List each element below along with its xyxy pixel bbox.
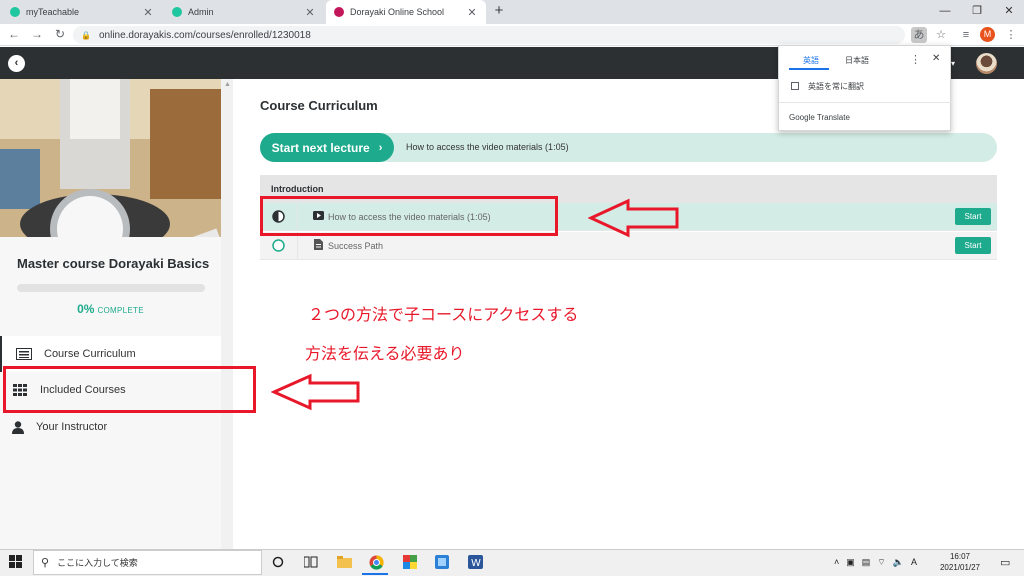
progress-text: 0% COMPLETE <box>0 302 221 316</box>
address-bar[interactable]: 🔒 online.dorayakis.com/courses/enrolled/… <box>73 26 905 44</box>
start-next-lecture-label: Start next lecture <box>271 140 370 155</box>
start-lecture-button[interactable]: Start <box>955 237 991 254</box>
annotation-highlight-box <box>260 196 558 236</box>
annotation-arrow-icon <box>270 373 361 414</box>
chevron-right-icon: › <box>378 141 383 154</box>
curriculum-icon <box>14 347 34 361</box>
teachable-favicon-icon <box>172 7 182 17</box>
file-explorer-icon[interactable] <box>335 553 353 571</box>
forward-arrow-icon[interactable]: → <box>29 26 45 42</box>
scroll-up-icon[interactable]: ▲ <box>224 81 231 88</box>
cortana-circle-icon[interactable] <box>269 553 287 571</box>
maximize-icon[interactable]: ❐ <box>966 2 988 20</box>
tab-title: myTeachable <box>26 7 80 17</box>
lock-icon: 🔒 <box>81 30 91 40</box>
always-translate-label: 英語を常に翻訳 <box>808 82 864 91</box>
annotation-arrow-icon <box>587 198 680 241</box>
search-icon: ⚲ <box>41 557 50 569</box>
taskbar-clock[interactable]: 16:07 2021/01/27 <box>935 551 985 573</box>
back-arrow-icon[interactable]: ← <box>6 26 22 42</box>
document-icon <box>310 238 326 253</box>
reading-list-icon[interactable]: ≡ <box>958 27 974 43</box>
course-title: Master course Dorayaki Basics <box>17 256 210 271</box>
tray-app-icon[interactable]: ▤ <box>862 557 871 568</box>
reload-icon[interactable]: ↻ <box>52 26 68 42</box>
sidebar-item-your-instructor[interactable]: Your Instructor <box>0 409 221 445</box>
tab-title: Dorayaki Online School <box>350 7 445 17</box>
sidebar-item-label: Your Instructor <box>36 421 108 433</box>
colorful-app-icon[interactable] <box>401 553 419 571</box>
system-tray: ˄ ▣ ▤ ⌔ 🔈 A <box>834 557 917 568</box>
notification-icon[interactable]: ▭ <box>1000 556 1010 569</box>
close-tab-icon[interactable]: ✕ <box>142 6 154 19</box>
course-thumbnail-image <box>0 79 221 237</box>
translate-language-selected[interactable]: 英語 <box>803 55 819 66</box>
tab-dorayaki-online-school[interactable]: Dorayaki Online School ✕ <box>326 0 486 24</box>
translate-icon[interactable]: あ <box>911 27 927 43</box>
user-menu-caret-icon[interactable]: ▾ <box>951 59 955 68</box>
start-lecture-button[interactable]: Start <box>955 208 991 225</box>
ime-icon[interactable]: A <box>911 557 917 568</box>
url-text: online.dorayakis.com/courses/enrolled/12… <box>98 29 311 41</box>
bookmark-star-icon[interactable]: ☆ <box>933 27 949 43</box>
teachable-favicon-icon <box>10 7 20 17</box>
profile-avatar[interactable]: M <box>980 27 995 42</box>
course-progress-bar <box>17 284 205 292</box>
person-icon <box>8 420 28 434</box>
chrome-menu-icon[interactable]: ⋮ <box>1003 27 1019 43</box>
google-translate-brand: Google Translate <box>789 113 850 122</box>
clock-time: 16:07 <box>949 552 971 561</box>
close-window-icon[interactable]: ✕ <box>998 2 1020 20</box>
tray-chevron-icon[interactable]: ˄ <box>834 557 839 568</box>
sidebar-item-label: Course Curriculum <box>44 348 136 360</box>
taskbar-search-input[interactable]: ⚲ ここに入力して検索 <box>33 550 262 575</box>
new-tab-plus-icon[interactable]: + <box>491 3 507 19</box>
start-next-lecture-button[interactable]: Start next lecture › <box>260 133 394 162</box>
volume-icon[interactable]: 🔈 <box>893 557 904 568</box>
minimize-icon[interactable]: — <box>934 2 956 20</box>
progress-percent: 0% <box>77 302 95 316</box>
annotation-highlight-box <box>3 366 256 413</box>
divider <box>779 102 952 103</box>
sidebar-scrollbar[interactable]: ▲ <box>221 79 233 549</box>
lecture-title: Success Path <box>328 240 384 251</box>
clock-date: 2021/01/27 <box>939 563 981 572</box>
tab-title: Admin <box>188 7 214 17</box>
selected-tab-underline <box>789 68 829 70</box>
taskbar-search-placeholder: ここに入力して検索 <box>57 558 138 568</box>
always-translate-checkbox[interactable] <box>791 82 799 90</box>
dorayaki-favicon-icon <box>334 7 344 17</box>
back-to-course-icon[interactable]: ‹ <box>8 55 25 72</box>
user-avatar[interactable] <box>976 53 997 74</box>
windows-start-icon[interactable] <box>9 555 22 571</box>
page-title: Course Curriculum <box>260 98 378 113</box>
close-tab-icon[interactable]: ✕ <box>304 6 316 19</box>
translate-menu-icon[interactable]: ⋮ <box>910 53 921 66</box>
tray-app-icon[interactable]: ▣ <box>846 557 855 568</box>
active-app-indicator <box>362 573 388 575</box>
progress-label: COMPLETE <box>97 306 144 315</box>
task-view-icon[interactable] <box>302 553 320 571</box>
blue-app-icon[interactable] <box>433 553 451 571</box>
annotation-note-line-2: 方法を伝える必要あり <box>305 344 465 363</box>
tab-admin[interactable]: Admin ✕ <box>164 0 324 24</box>
tab-myteachable[interactable]: myTeachable ✕ <box>2 0 162 24</box>
section-title: Introduction <box>271 184 324 194</box>
svg-text:W: W <box>471 558 481 569</box>
chrome-icon[interactable] <box>367 553 385 571</box>
translate-popup: 英語 日本語 ⋮ ✕ 英語を常に翻訳 Google Translate <box>778 45 952 131</box>
network-icon[interactable]: ⌔ <box>877 557 885 568</box>
translate-language-other[interactable]: 日本語 <box>845 55 869 66</box>
annotation-note-line-1: ２つの方法で子コースにアクセスする <box>308 305 579 324</box>
translate-close-icon[interactable]: ✕ <box>932 53 940 64</box>
word-icon[interactable]: W <box>466 553 484 571</box>
close-tab-icon[interactable]: ✕ <box>466 6 478 19</box>
next-lecture-title[interactable]: How to access the video materials (1:05) <box>406 142 569 152</box>
